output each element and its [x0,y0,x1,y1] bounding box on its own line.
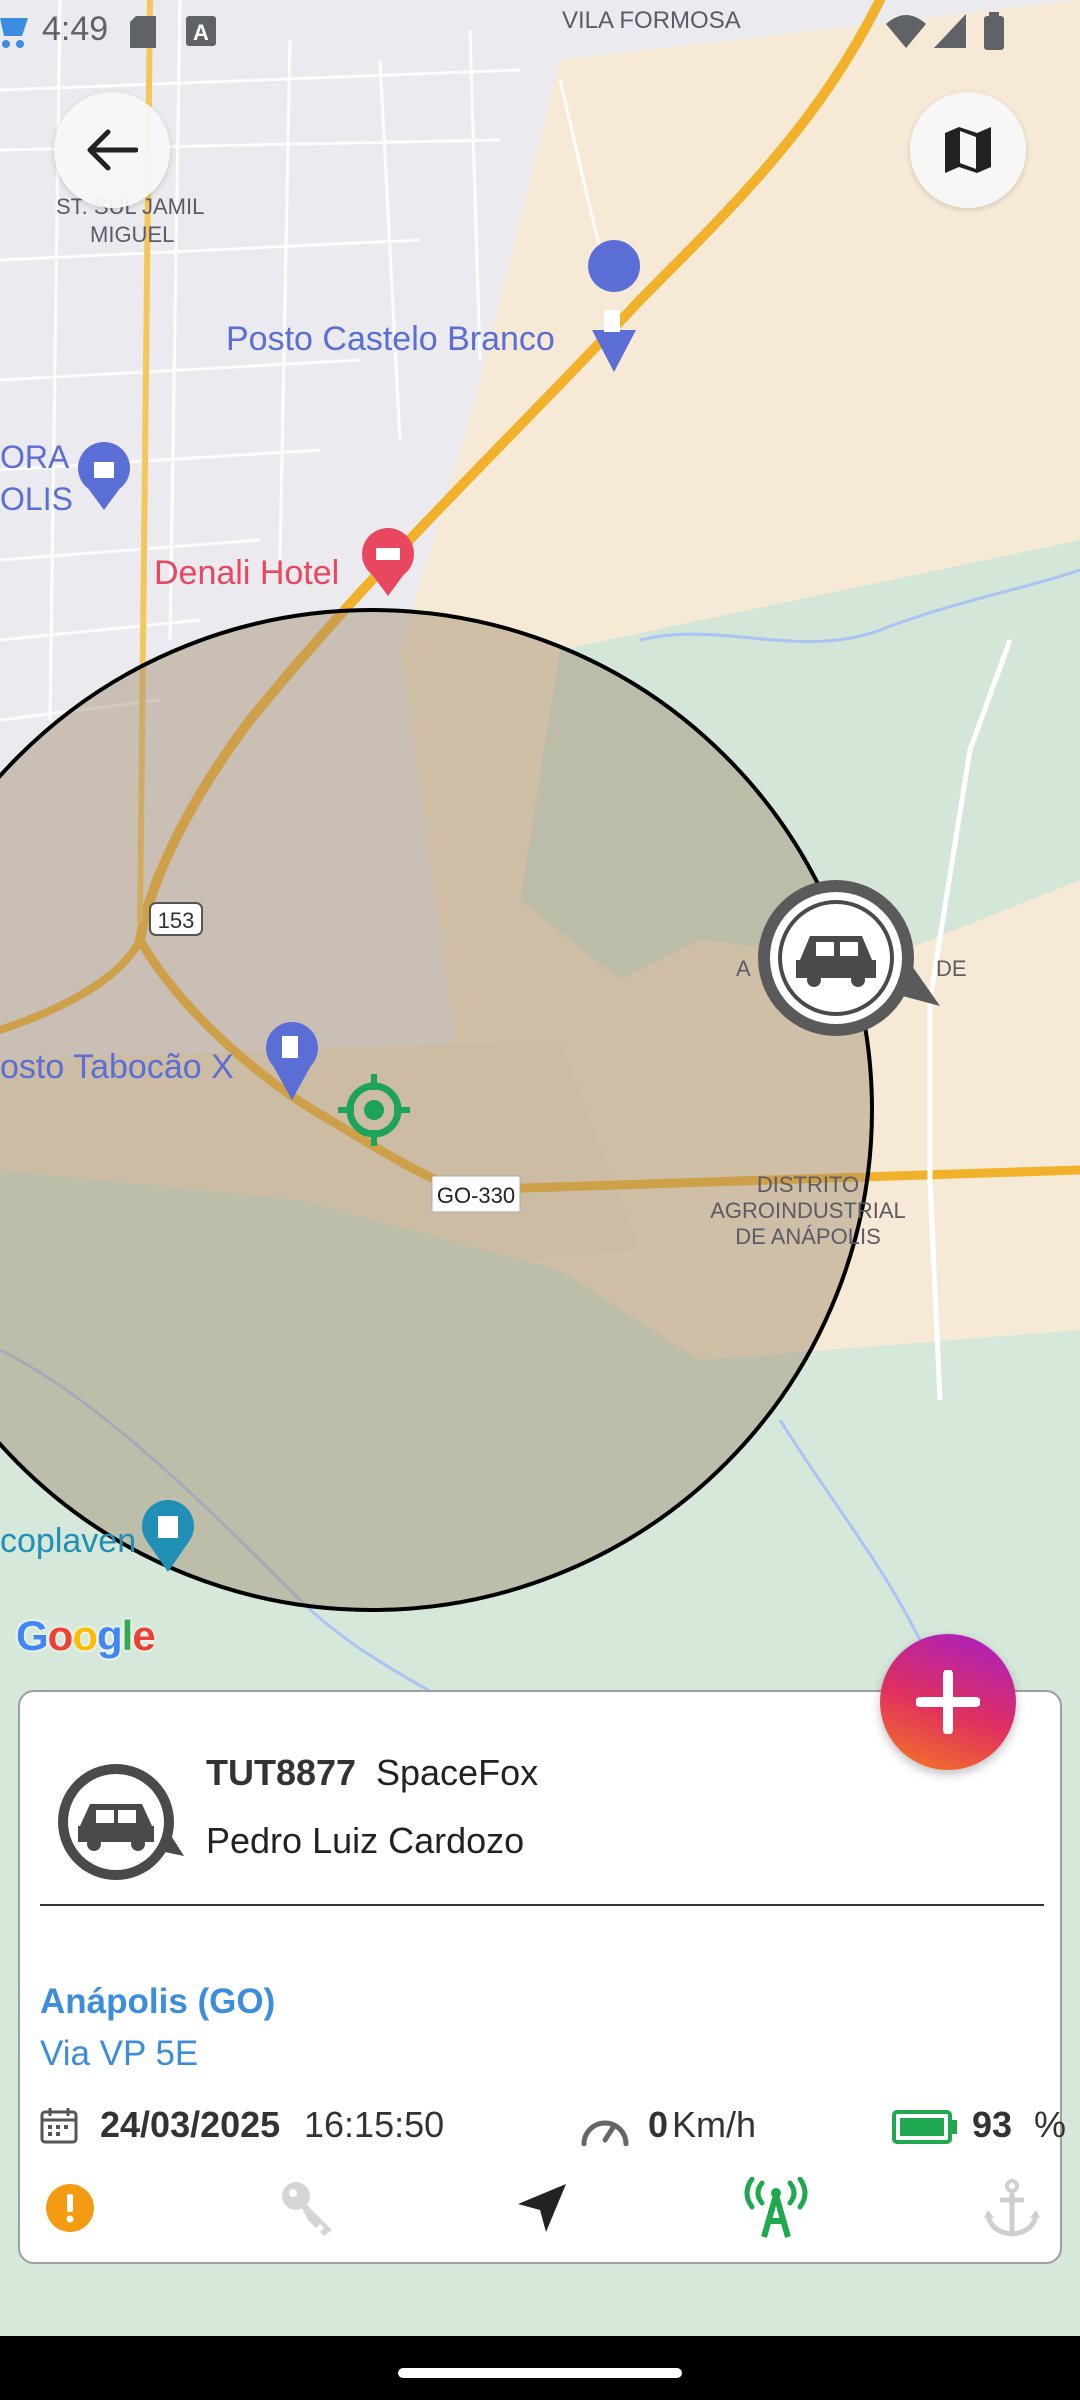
arrow-left-icon [87,129,138,171]
position-time: 16:15:50 [304,2104,445,2145]
battery-level-icon [892,2110,957,2144]
alert-button[interactable] [32,2170,108,2246]
battery-value: 93 [972,2104,1013,2145]
back-button[interactable] [54,92,170,208]
map-type-button[interactable] [910,92,1026,208]
font-a-icon: A [186,16,216,46]
map-label-agroindustrial: AGROINDUSTRIAL [710,1198,906,1223]
address-city[interactable]: Anápolis (GO) [40,1982,275,2022]
navigation-button[interactable] [504,2170,580,2246]
divider [40,1904,1044,1906]
calendar-icon [40,2108,78,2144]
home-gesture-handle[interactable] [398,2368,682,2378]
vehicle-avatar-icon [58,1764,184,1880]
add-button[interactable] [880,1634,1016,1770]
svg-text:A: A [193,20,209,45]
address-street[interactable]: Via VP 5E [40,2034,198,2074]
signal-icon [934,14,966,48]
vehicle-model: SpaceFox [376,1752,539,1793]
map-icon [945,127,991,173]
vehicle-info-card[interactable]: TUT8877 SpaceFox Pedro Luiz Cardozo Anáp… [18,1690,1066,2264]
google-logo: Google [16,1612,156,1659]
vehicle-plate: TUT8877 [206,1752,357,1793]
map-label-denali-hotel: Denali Hotel [154,554,339,592]
map-label-de-anapolis: DE ANÁPOLIS [735,1224,881,1249]
alert-icon [46,2184,94,2232]
map-label-ac: A [736,956,751,981]
position-date: 24/03/2025 [100,2104,281,2145]
signal-tower-icon [744,2177,808,2238]
plus-icon [916,1670,980,1734]
status-time: 4:49 [42,10,109,48]
map-label-olis: OLIS [0,481,73,517]
battery-unit: % [1034,2104,1067,2145]
map-label-de: DE [936,956,967,981]
signal-tower-button[interactable] [738,2170,814,2246]
key-button[interactable] [270,2170,346,2246]
system-nav-bar [0,2336,1080,2400]
speed-value: 0 [648,2104,669,2145]
road-label-go330: GO-330 [437,1183,515,1208]
anchor-icon [984,2179,1040,2237]
map-label-miguel: MIGUEL [90,222,174,247]
key-icon [282,2182,332,2236]
driver-name: Pedro Luiz Cardozo [206,1820,525,1861]
map-label-distrito: DISTRITO [757,1172,859,1197]
battery-icon [984,12,1004,50]
map-label-coplaven: coplaven [0,1522,136,1560]
road-shield-153: 153 [158,908,195,933]
status-bar: 4:49 A [0,0,1080,62]
cart-icon [0,18,28,48]
navigation-icon [518,2184,566,2232]
map-label-posto-tabocao: osto Tabocão X [0,1048,234,1086]
speed-unit: Km/h [672,2104,757,2145]
speedometer-icon [581,2120,629,2146]
anchor-button[interactable] [974,2170,1050,2246]
map-label-posto-castelo: Posto Castelo Branco [226,320,555,358]
map-label-ora: ORA [0,439,70,475]
sd-card-icon [130,16,156,48]
wifi-icon [886,15,926,48]
